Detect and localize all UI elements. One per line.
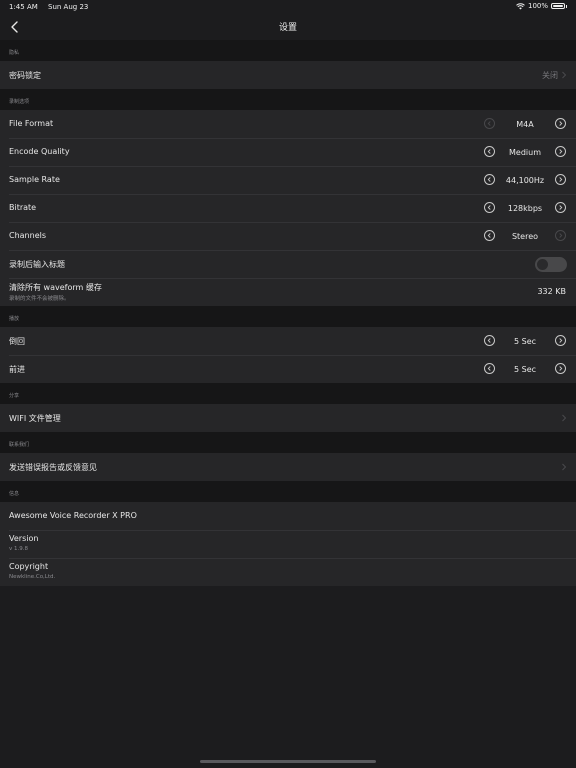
sample-rate-row: Sample Rate 44,100Hz [0, 166, 576, 194]
encode-quality-row: Encode Quality Medium [0, 138, 576, 166]
section-header-playback: 播放 [0, 306, 576, 327]
section-header-recording: 录制选项 [0, 89, 576, 110]
chevron-left-icon [487, 366, 491, 371]
channels-value: Stereo [511, 232, 539, 241]
chevron-right-icon [559, 177, 563, 182]
chevron-right-icon [559, 205, 563, 210]
bitrate-next-button[interactable] [555, 202, 566, 213]
chevron-left-icon [487, 121, 491, 126]
forward-row: 前进 5 Sec [0, 355, 576, 383]
battery-tip [566, 4, 567, 8]
chevron-right-icon [559, 121, 563, 126]
sample-rate-value: 44,100Hz [505, 176, 545, 185]
rewind-row: 倒回 5 Sec [0, 327, 576, 355]
encode-quality-label: Encode Quality [9, 147, 70, 156]
chevron-right-icon [559, 233, 563, 238]
file-format-stepper: M4A [484, 118, 566, 130]
version-label: Version [9, 534, 39, 543]
rewind-label: 倒回 [9, 337, 25, 346]
bitrate-stepper: 128kbps [484, 202, 566, 214]
send-feedback-row[interactable]: 发送错误报告或反馈意见 [0, 453, 576, 481]
toggle-knob [537, 259, 548, 270]
channels-prev-button[interactable] [484, 230, 495, 241]
bitrate-row: Bitrate 128kbps [0, 194, 576, 222]
navigation-bar: 设置 [0, 14, 576, 39]
rewind-value: 5 Sec [513, 337, 537, 346]
bitrate-label: Bitrate [9, 203, 37, 212]
wifi-file-management-row[interactable]: WIFI 文件管理 [0, 404, 576, 432]
sample-rate-label: Sample Rate [9, 175, 60, 184]
passcode-lock-value: 关闭 [542, 71, 558, 80]
rewind-prev-button[interactable] [484, 335, 495, 346]
section-header-privacy: 隐私 [0, 40, 576, 61]
encode-quality-prev-button[interactable] [484, 146, 495, 157]
file-format-label: File Format [9, 119, 54, 128]
status-time: 1:45 AM [9, 3, 38, 11]
file-format-next-button[interactable] [555, 118, 566, 129]
chevron-left-icon [487, 205, 491, 210]
channels-row: Channels Stereo [0, 222, 576, 250]
battery-icon [551, 3, 565, 9]
version-row: Version v 1.9.8 [0, 530, 576, 558]
status-bar: 1:45 AM Sun Aug 23 100% [0, 0, 576, 14]
encode-quality-stepper: Medium [484, 146, 566, 158]
clear-waveform-cache-row[interactable]: 清除所有 waveform 缓存 录制的文件不会被删除。 332 KB [0, 278, 576, 306]
title-after-record-toggle[interactable] [535, 257, 567, 272]
chevron-right-icon [562, 414, 567, 422]
home-indicator[interactable] [200, 760, 376, 763]
wifi-file-management-label: WIFI 文件管理 [9, 414, 61, 423]
passcode-lock-row[interactable]: 密码锁定 关闭 [0, 61, 576, 89]
sample-rate-next-button[interactable] [555, 174, 566, 185]
sample-rate-prev-button[interactable] [484, 174, 495, 185]
waveform-cache-size: 332 KB [537, 287, 566, 296]
title-after-record-label: 录制后输入标题 [9, 260, 65, 269]
send-feedback-label: 发送错误报告或反馈意见 [9, 463, 97, 472]
copyright-row: Copyright Newkline.Co,Ltd. [0, 558, 576, 586]
app-name-row: Awesome Voice Recorder X PRO [0, 502, 576, 530]
page-title: 设置 [278, 23, 297, 33]
forward-prev-button[interactable] [484, 363, 495, 374]
battery-percent: 100% [527, 2, 548, 10]
chevron-right-icon [562, 463, 567, 471]
version-value: v 1.9.8 [9, 546, 28, 552]
chevron-left-icon [487, 233, 491, 238]
file-format-prev-button[interactable] [484, 118, 495, 129]
chevron-right-icon [562, 71, 567, 79]
section-header-info: 信息 [0, 481, 576, 502]
channels-label: Channels [9, 231, 47, 240]
copyright-label: Copyright [9, 562, 49, 571]
section-header-share: 分享 [0, 383, 576, 404]
copyright-value: Newkline.Co,Ltd. [9, 574, 56, 580]
chevron-right-icon [559, 149, 563, 154]
forward-stepper: 5 Sec [484, 363, 566, 375]
status-date: Sun Aug 23 [48, 3, 89, 11]
forward-value: 5 Sec [513, 365, 537, 374]
section-header-contact: 联系我们 [0, 432, 576, 453]
channels-next-button[interactable] [555, 230, 566, 241]
file-format-value: M4A [516, 120, 534, 129]
settings-list: 隐私 密码锁定 关闭 录制选项 File Format M4A Encode Q… [0, 40, 576, 586]
encode-quality-value: Medium [509, 148, 541, 157]
rewind-stepper: 5 Sec [484, 335, 566, 347]
chevron-right-icon [559, 338, 563, 343]
chevron-right-icon [559, 366, 563, 371]
chevron-left-icon [487, 177, 491, 182]
chevron-left-icon [487, 149, 491, 154]
sample-rate-stepper: 44,100Hz [484, 174, 566, 186]
app-name-label: Awesome Voice Recorder X PRO [9, 511, 137, 520]
encode-quality-next-button[interactable] [555, 146, 566, 157]
rewind-next-button[interactable] [555, 335, 566, 346]
wifi-icon [516, 2, 525, 10]
chevron-left-icon [487, 338, 491, 343]
bitrate-prev-button[interactable] [484, 202, 495, 213]
channels-stepper: Stereo [484, 230, 566, 242]
forward-next-button[interactable] [555, 363, 566, 374]
passcode-lock-label: 密码锁定 [9, 71, 41, 80]
file-format-row: File Format M4A [0, 110, 576, 138]
title-after-record-row: 录制后输入标题 [0, 250, 576, 278]
bitrate-value: 128kbps [507, 204, 543, 213]
clear-waveform-cache-label: 清除所有 waveform 缓存 [9, 283, 102, 292]
forward-label: 前进 [9, 365, 25, 374]
clear-waveform-cache-subtitle: 录制的文件不会被删除。 [9, 296, 70, 302]
